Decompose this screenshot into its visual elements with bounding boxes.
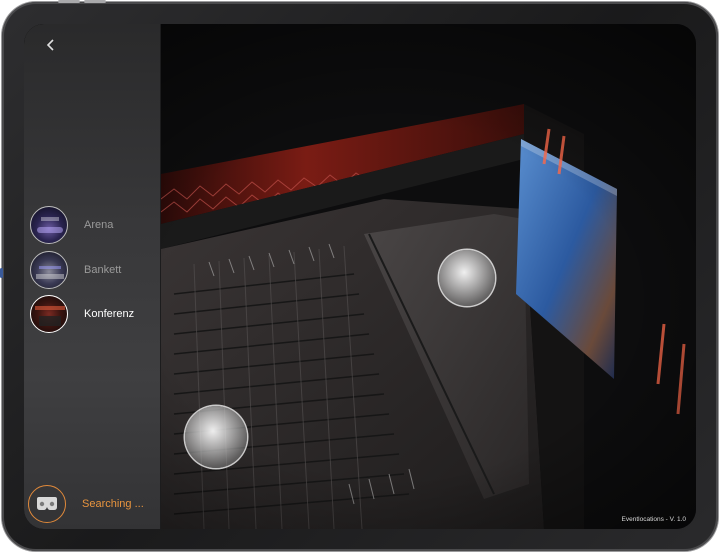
konferenz-thumbnail: [30, 295, 68, 333]
menu-item-bankett[interactable]: Bankett: [30, 250, 158, 290]
back-button[interactable]: [40, 34, 62, 56]
status-label: Searching ...: [82, 498, 144, 510]
headset-status: Searching ...: [28, 484, 161, 524]
menu-item-arena[interactable]: Arena: [30, 205, 158, 245]
viewpoint-hotspot-stage[interactable]: [439, 250, 495, 306]
volume-button: [58, 0, 80, 3]
app-screen: Eventlocations - V. 1.0 Arena Bankett Ko…: [24, 24, 696, 529]
menu-item-konferenz[interactable]: Konferenz: [30, 294, 158, 334]
arena-thumbnail: [30, 206, 68, 244]
bankett-thumbnail: [30, 251, 68, 289]
menu-item-label: Bankett: [84, 264, 122, 276]
vr-headset-status-icon: [28, 485, 66, 523]
menu-item-label: Konferenz: [84, 308, 135, 320]
chevron-left-icon: [46, 39, 54, 51]
venue-sidebar: Arena Bankett Konferenz Searching ...: [24, 24, 161, 529]
menu-item-label: Arena: [84, 219, 114, 231]
volume-button: [84, 0, 106, 3]
viewpoint-hotspot-seating[interactable]: [185, 406, 247, 468]
side-button: [0, 268, 3, 278]
version-label: Eventlocations - V. 1.0: [621, 516, 686, 523]
vr-headset-icon: [37, 497, 57, 510]
